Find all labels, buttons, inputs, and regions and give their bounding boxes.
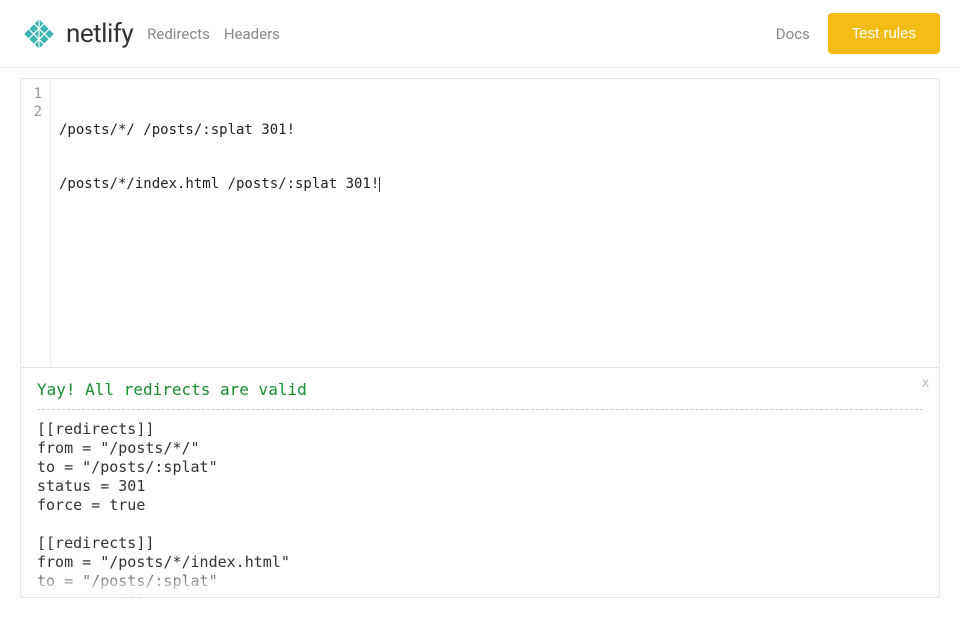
header: netlify Redirects Headers Docs Test rule…: [0, 0, 960, 68]
result-panel: x Yay! All redirects are valid [[redirec…: [20, 368, 940, 598]
line-number: 1: [29, 85, 42, 103]
result-body: [[redirects]] from = "/posts/*/" to = "/…: [37, 420, 923, 598]
netlify-icon: [20, 15, 58, 53]
brand-name: netlify: [66, 19, 133, 49]
result-divider: [37, 409, 923, 410]
test-rules-button[interactable]: Test rules: [828, 13, 940, 54]
code-line: /posts/*/ /posts/:splat 301!: [59, 121, 931, 139]
docs-link[interactable]: Docs: [776, 25, 810, 43]
rules-editor[interactable]: 1 2 /posts/*/ /posts/:splat 301! /posts/…: [20, 78, 940, 368]
code-line: /posts/*/index.html /posts/:splat 301!: [59, 175, 931, 193]
brand-logo[interactable]: netlify: [20, 15, 133, 53]
close-icon[interactable]: x: [922, 374, 929, 390]
line-number: 2: [29, 103, 42, 121]
header-tabs: Redirects Headers: [147, 25, 280, 43]
editor-gutter: 1 2: [21, 79, 51, 367]
main-area: 1 2 /posts/*/ /posts/:splat 301! /posts/…: [0, 68, 960, 598]
tab-redirects[interactable]: Redirects: [147, 25, 210, 43]
editor-content[interactable]: /posts/*/ /posts/:splat 301! /posts/*/in…: [51, 79, 939, 367]
tab-headers[interactable]: Headers: [224, 25, 280, 43]
result-title: Yay! All redirects are valid: [37, 380, 923, 399]
text-cursor: [379, 177, 380, 192]
